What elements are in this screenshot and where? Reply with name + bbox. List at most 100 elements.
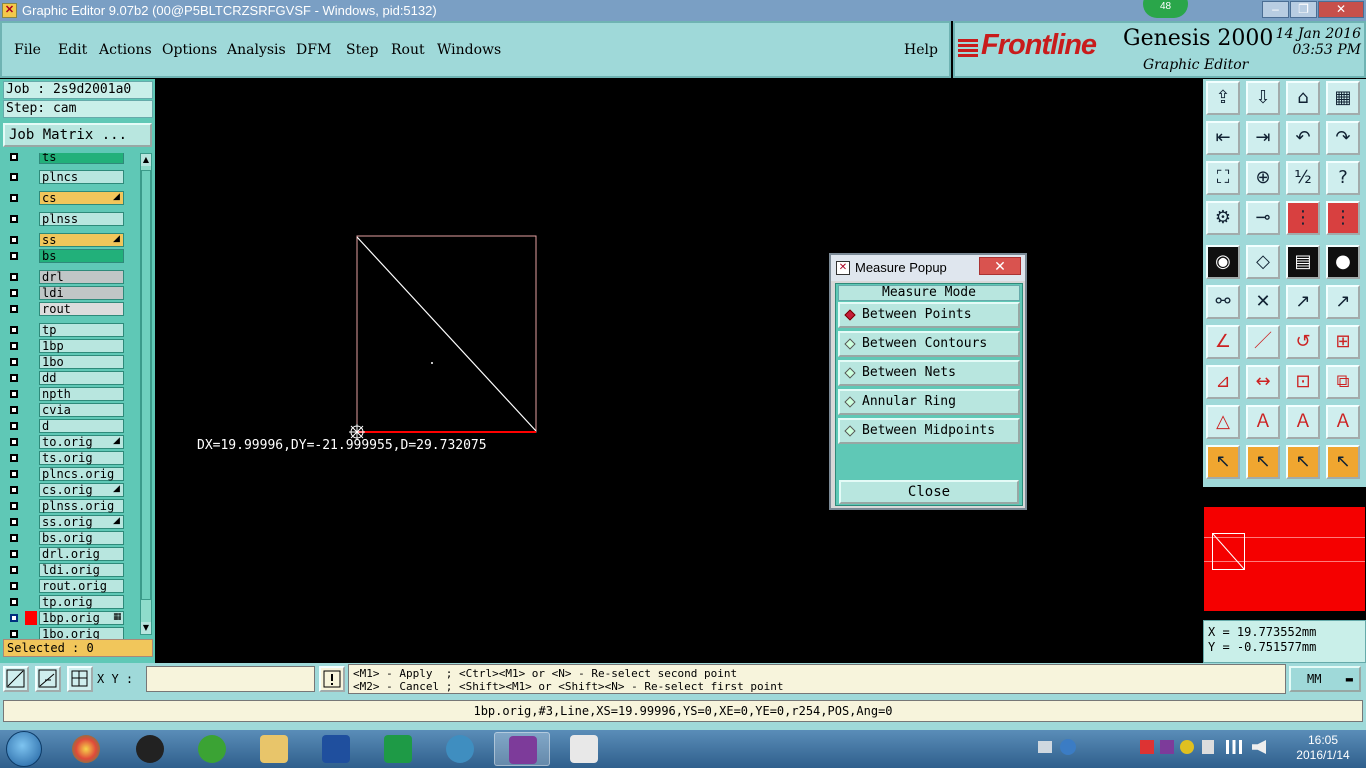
popup-titlebar[interactable]: ✕ Measure Popup ✕ — [831, 255, 1025, 281]
layer-checkbox[interactable] — [10, 326, 18, 334]
fill-icon[interactable]: ⊞ — [1326, 325, 1360, 359]
layer-checkbox[interactable] — [10, 550, 18, 558]
snap-angle-icon[interactable] — [35, 666, 61, 692]
layer-row[interactable]: d — [3, 419, 139, 433]
layer-name[interactable]: ss.orig — [39, 515, 124, 529]
layer-row[interactable]: ss ◢ — [3, 233, 139, 247]
layer-checkbox[interactable] — [10, 502, 18, 510]
layer-checkbox[interactable] — [10, 153, 18, 161]
mode-between-points[interactable]: Between Points — [838, 302, 1020, 328]
layer-name[interactable]: 1bp — [39, 339, 124, 353]
rect-icon[interactable]: ◇ — [1246, 245, 1280, 279]
layer-name[interactable]: rout — [39, 302, 124, 316]
dot-icon[interactable]: ● — [1326, 245, 1360, 279]
units-select[interactable]: MM ▬ — [1289, 666, 1361, 692]
text-b-icon[interactable]: Ａ — [1286, 405, 1320, 439]
taskbar-plus[interactable] — [184, 732, 240, 766]
layer-checkbox[interactable] — [10, 406, 18, 414]
maximize-button[interactable]: ❐ — [1290, 1, 1317, 18]
layer-checkbox[interactable] — [10, 454, 18, 462]
layer-row[interactable]: ts — [3, 153, 139, 164]
zoom-1to2-icon[interactable]: ½ — [1286, 161, 1320, 195]
select-circle-icon[interactable]: ↖ — [1286, 445, 1320, 479]
layer-checkbox[interactable] — [10, 215, 18, 223]
layer-checkbox[interactable] — [10, 422, 18, 430]
layers-b-icon[interactable]: ⋮ — [1326, 201, 1360, 235]
menu-dfm[interactable]: DFM — [296, 42, 331, 58]
layer-row[interactable]: plncs — [3, 170, 139, 184]
layer-row[interactable]: drl — [3, 270, 139, 284]
popup-close-button[interactable]: Close — [839, 480, 1019, 504]
layer-name[interactable]: rout.orig — [39, 579, 124, 593]
taskbar-save[interactable] — [308, 732, 364, 766]
mode-between-contours[interactable]: Between Contours — [838, 331, 1020, 357]
layer-checkbox[interactable] — [10, 173, 18, 181]
layer-name[interactable]: ts.orig — [39, 451, 124, 465]
battery-icon[interactable] — [1202, 740, 1214, 754]
layer-checkbox[interactable] — [10, 390, 18, 398]
layer-row[interactable]: rout — [3, 302, 139, 316]
layer-name[interactable]: tp.orig — [39, 595, 124, 609]
select-icon[interactable]: ↖ — [1206, 445, 1240, 479]
layer-row[interactable]: plncs.orig — [3, 467, 139, 481]
triangle-icon[interactable]: △ — [1206, 405, 1240, 439]
zoom-fit-icon[interactable]: ⛶ — [1206, 161, 1240, 195]
graphic-canvas[interactable] — [155, 79, 1203, 663]
menu-step[interactable]: Step — [346, 42, 378, 58]
layer-checkbox[interactable] — [10, 236, 18, 244]
layer-row[interactable]: bs — [3, 249, 139, 263]
layer-name[interactable]: plncs — [39, 170, 124, 184]
signal-icon[interactable] — [1226, 740, 1242, 754]
mode-between-nets[interactable]: Between Nets — [838, 360, 1020, 386]
menu-windows[interactable]: Windows — [437, 42, 501, 58]
layer-row[interactable]: cvia — [3, 403, 139, 417]
volume-icon[interactable] — [1252, 740, 1266, 754]
layer-name[interactable]: 1bp.orig — [39, 611, 124, 625]
taskbar-window[interactable] — [556, 732, 612, 766]
angle-icon[interactable]: ∠ — [1206, 325, 1240, 359]
layer-checkbox[interactable] — [10, 273, 18, 281]
menu-analysis[interactable]: Analysis — [227, 42, 286, 58]
layer-row[interactable]: dd — [3, 371, 139, 385]
window-titlebar[interactable]: ✕ Graphic Editor 9.07b2 (00@P5BLTCRZSRFG… — [0, 0, 1366, 21]
layer-row[interactable]: 1bo — [3, 355, 139, 369]
popup-close-icon[interactable]: ✕ — [979, 257, 1021, 275]
scale-icon[interactable]: ⊡ — [1286, 365, 1320, 399]
menu-rout[interactable]: Rout — [391, 42, 425, 58]
taskbar-chrome[interactable] — [58, 732, 114, 766]
alert-icon[interactable] — [319, 666, 345, 692]
vector-icon[interactable]: ↗ — [1326, 285, 1360, 319]
keyboard-icon[interactable] — [1038, 741, 1052, 753]
start-button[interactable] — [6, 731, 42, 767]
layer-name[interactable]: dd — [39, 371, 124, 385]
layer-row[interactable]: 1bp — [3, 339, 139, 353]
overview-map[interactable] — [1203, 487, 1366, 617]
menu-help[interactable]: Help — [904, 42, 938, 58]
ruler-icon[interactable]: ▤ — [1286, 245, 1320, 279]
layer-row[interactable]: cs ◢ — [3, 191, 139, 205]
rotate-icon[interactable]: ⊿ — [1206, 365, 1240, 399]
layer-checkbox[interactable] — [10, 614, 18, 622]
menu-file[interactable]: File — [14, 42, 41, 58]
layer-row[interactable]: bs.orig — [3, 531, 139, 545]
taskbar-viewer[interactable] — [432, 732, 488, 766]
layer-checkbox[interactable] — [10, 566, 18, 574]
layer-name[interactable]: drl — [39, 270, 124, 284]
prev-icon[interactable]: ⇤ — [1206, 121, 1240, 155]
next-icon[interactable]: ⇥ — [1246, 121, 1280, 155]
help-icon[interactable]: ? — [1326, 161, 1360, 195]
layer-checkbox[interactable] — [10, 486, 18, 494]
layer-row[interactable]: npth — [3, 387, 139, 401]
zoom-home-icon[interactable]: ⊕ — [1246, 161, 1280, 195]
layer-name[interactable]: cvia — [39, 403, 124, 417]
layer-checkbox[interactable] — [10, 194, 18, 202]
layer-checkbox[interactable] — [10, 534, 18, 542]
close-window-button[interactable]: ✕ — [1318, 1, 1364, 18]
taskbar-qq[interactable] — [122, 732, 178, 766]
scroll-thumb[interactable] — [141, 170, 151, 600]
taskbar-clock[interactable]: 16:05 2016/1/14 — [1284, 733, 1362, 763]
undo-icon[interactable]: ↶ — [1286, 121, 1320, 155]
select-poly-icon[interactable]: ↖ — [1326, 445, 1360, 479]
layer-checkbox[interactable] — [10, 305, 18, 313]
line-icon[interactable]: ／ — [1246, 325, 1280, 359]
